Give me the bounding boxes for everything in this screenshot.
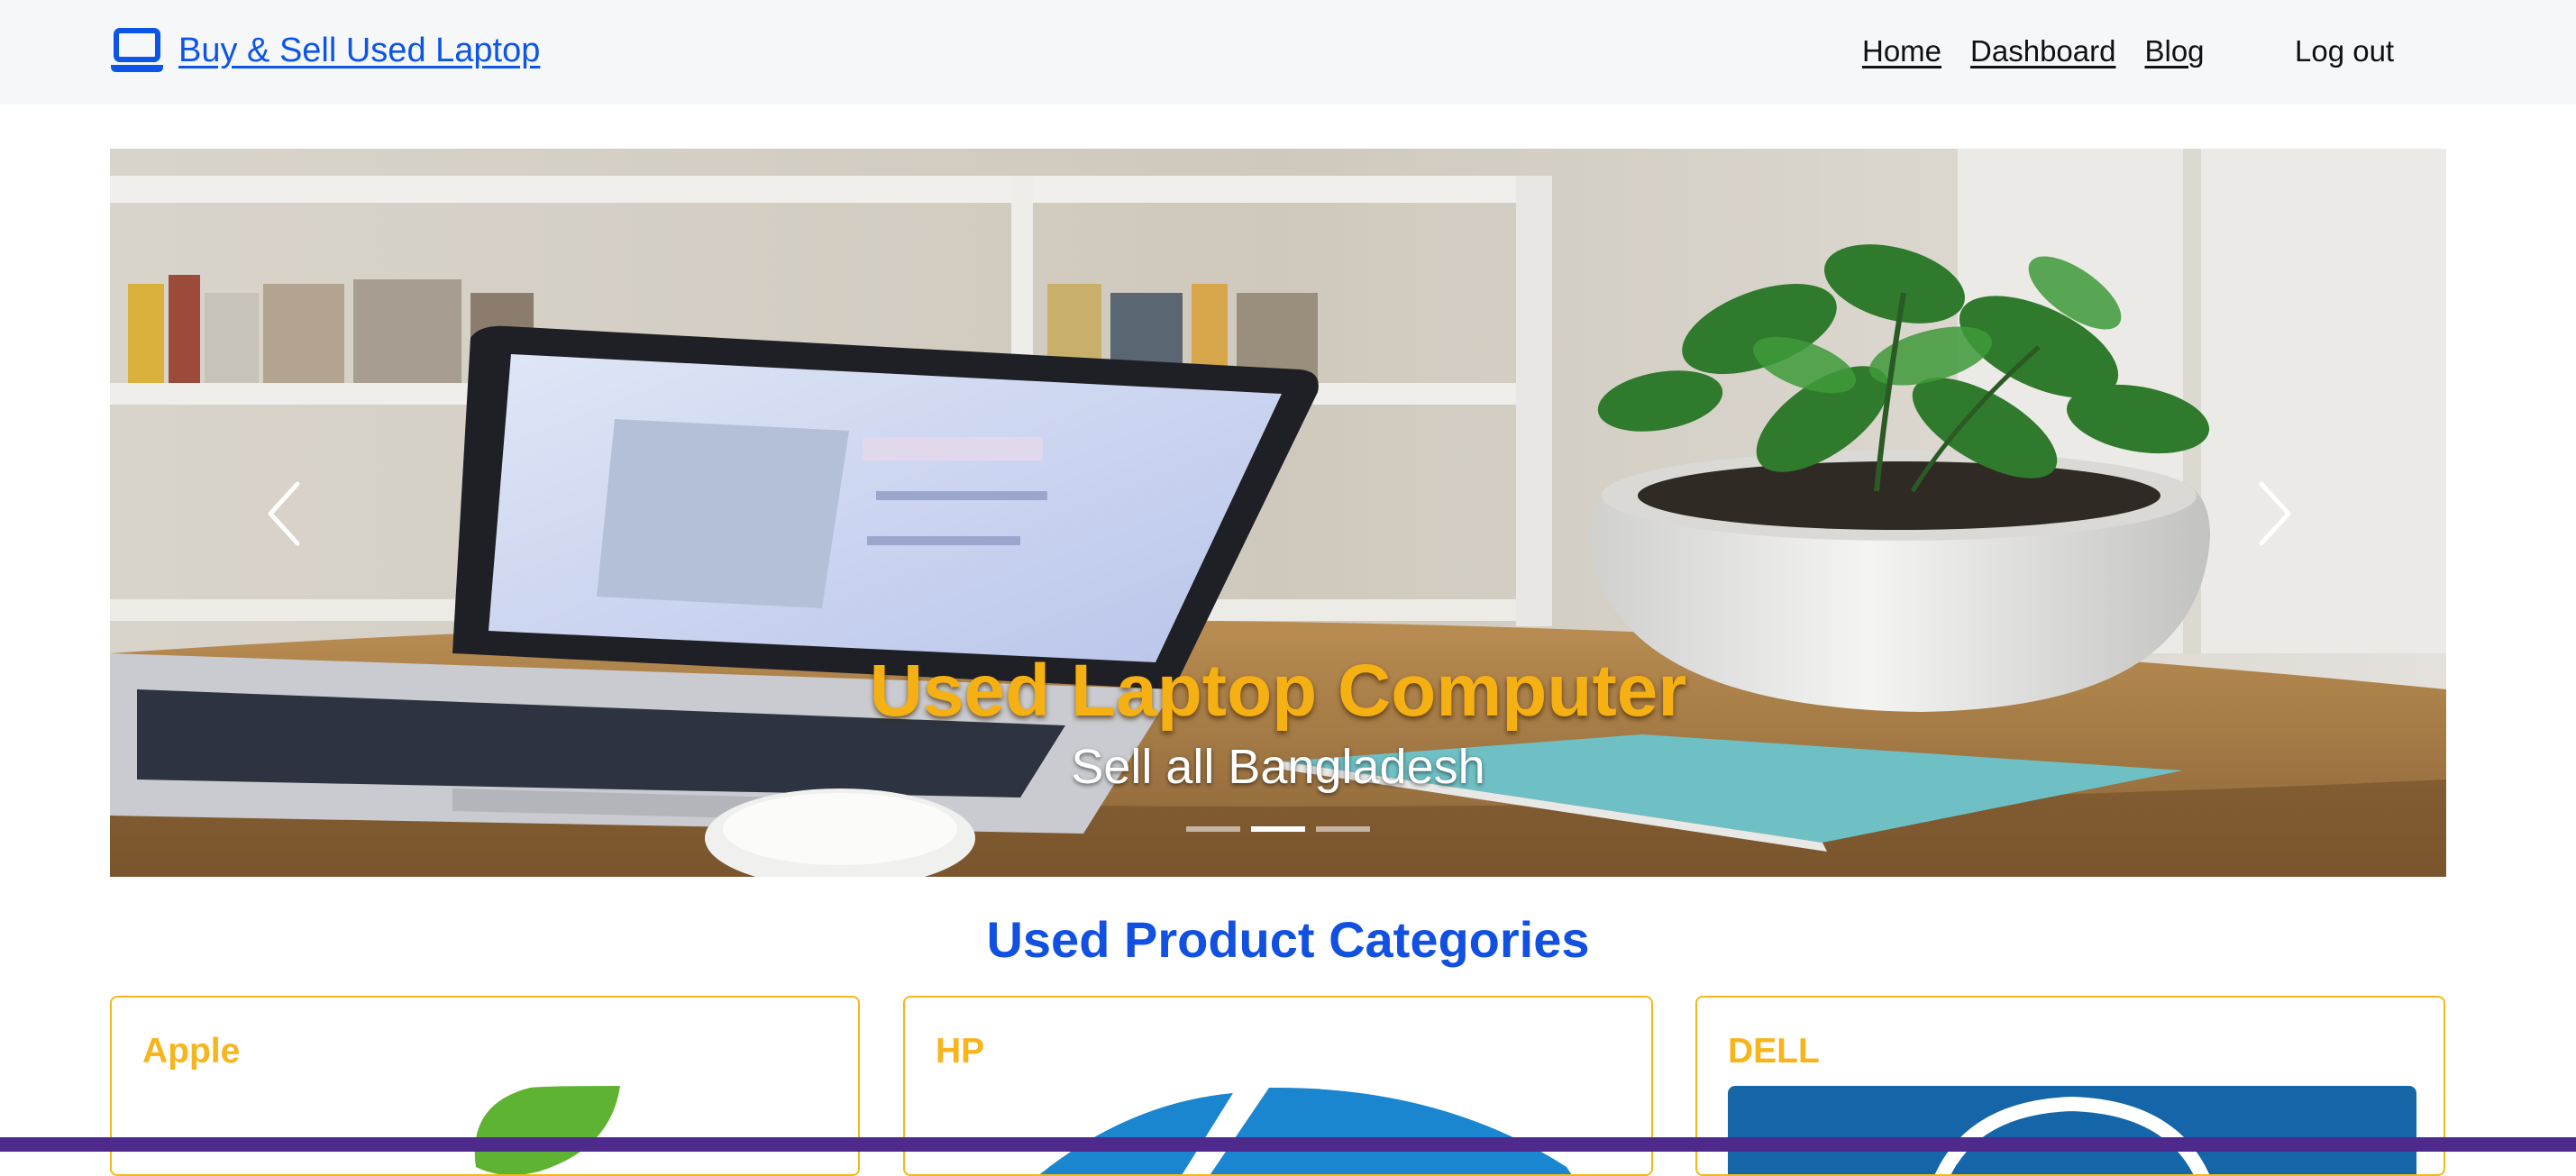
laptop-icon [111,28,163,72]
carousel-indicator-3[interactable] [1316,826,1370,832]
chevron-left-icon[interactable] [254,473,317,554]
carousel-indicator-2[interactable] [1251,826,1305,832]
section-title: Used Product Categories [986,911,1590,968]
navbar: Buy & Sell Used Laptop Home Dashboard Bl… [0,0,2576,105]
nav-blog-link[interactable]: Blog [2144,34,2204,68]
hp-logo [1039,1087,1572,1174]
carousel-caption: Used Laptop Computer Sell all Bangladesh [110,649,2446,795]
category-card-title: DELL [1728,1032,1820,1071]
dell-logo [1728,1086,2416,1174]
nav-dashboard-link[interactable]: Dashboard [1970,34,2115,68]
category-card-title: HP [936,1032,985,1071]
logout-button[interactable]: Log out [2295,34,2394,68]
carousel-caption-subtitle: Sell all Bangladesh [1071,740,1485,794]
hero-carousel: Used Laptop Computer Sell all Bangladesh [110,149,2446,877]
category-card-title: Apple [142,1032,241,1071]
nav-home-link[interactable]: Home [1862,34,1941,68]
carousel-caption-title: Used Laptop Computer [869,650,1687,732]
brand-link[interactable]: Buy & Sell Used Laptop [110,27,540,74]
brand-name: Buy & Sell Used Laptop [178,31,541,69]
nav-links: Home Dashboard Blog [1862,34,2205,68]
apple-logo [474,1086,620,1174]
bottom-bar [0,1137,2576,1152]
carousel-indicators [1186,826,1370,832]
chevron-right-icon[interactable] [2242,473,2305,554]
carousel-indicator-1[interactable] [1186,826,1240,832]
